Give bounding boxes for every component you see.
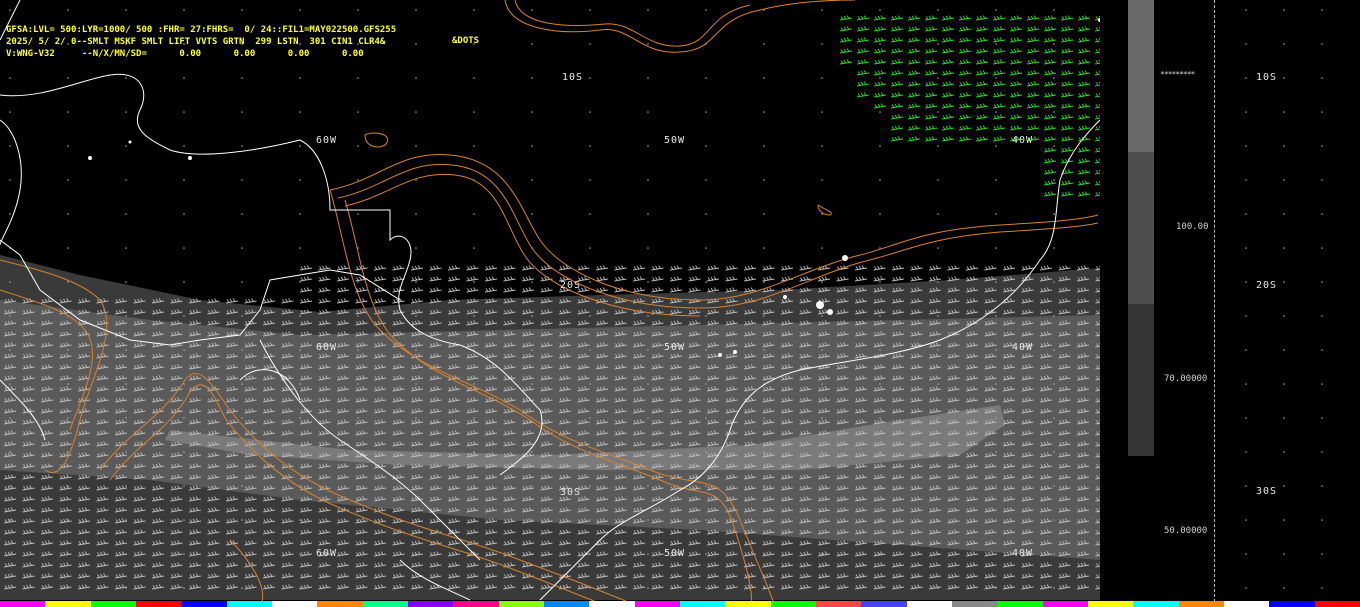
lon-label-40w-3: 40W (1012, 548, 1033, 559)
color-index-swatch (815, 601, 862, 607)
color-index-swatch (861, 601, 907, 607)
legend-value-50: 50.00000 (1164, 526, 1208, 536)
color-index-swatch (906, 601, 952, 607)
color-index-swatch (1087, 601, 1134, 607)
color-index-swatch (679, 601, 726, 607)
legend-swatch-dark (1128, 304, 1154, 456)
color-index-swatch (1178, 601, 1224, 607)
color-index-swatch (90, 601, 136, 607)
color-index-swatch (634, 601, 680, 607)
color-index-swatch (1314, 601, 1360, 607)
color-index-swatch (1133, 601, 1179, 607)
lon-label-60w-3: 60W (316, 548, 337, 559)
color-index-swatch (1223, 601, 1270, 607)
color-index-swatch (226, 601, 272, 607)
header-line-3: V:WNG-V32 --N/X/MN/SD= 0.00 0.00 0.00 0.… (6, 49, 364, 59)
legend-stars: ********* (1160, 70, 1195, 79)
legend-value-70: 70.00000 (1164, 374, 1208, 384)
legend-swatch-mid (1128, 152, 1154, 304)
lon-label-50w: 50W (664, 135, 685, 146)
legend-value-100: 100.00 (1176, 222, 1209, 232)
lat-label-30s: 30S (560, 487, 581, 498)
color-index-swatch (453, 601, 499, 607)
color-index-swatch (0, 601, 46, 607)
right-panel-dots (1245, 9, 1323, 589)
color-index-swatch (589, 601, 635, 607)
dots-label: &DOTS (452, 36, 480, 46)
color-index-swatch (135, 601, 182, 607)
color-index-swatch (951, 601, 998, 607)
lon-label-60w: 60W (316, 135, 337, 146)
color-index-swatch (725, 601, 771, 607)
color-index-swatch (997, 601, 1043, 607)
header-line-1: GFSA:LVL= 500:LYR=1000/ 500 :FHR= 27:FHR… (6, 25, 397, 35)
weather-map[interactable]: 10S 60W 50W 40W 20S 60W 50W 40W 30S 60W … (0, 0, 1100, 607)
color-index-swatch (543, 601, 590, 607)
color-index-swatch (45, 601, 91, 607)
lon-label-60w-2: 60W (316, 342, 337, 353)
lat-label-20s: 20S (560, 280, 581, 291)
color-index-swatch (770, 601, 816, 607)
lon-label-50w-2: 50W (664, 342, 685, 353)
color-index-swatch (1042, 601, 1088, 607)
color-index-swatch (271, 601, 318, 607)
color-index-swatch (181, 601, 227, 607)
lon-label-40w-2: 40W (1012, 342, 1033, 353)
color-index-strip (0, 601, 1360, 607)
color-index-swatch (498, 601, 544, 607)
lon-label-40w: 40W (1012, 135, 1033, 146)
lon-label-50w-3: 50W (664, 548, 685, 559)
color-index-swatch (317, 601, 363, 607)
header-line-2: 2025/ 5/ 2/ 0--SMLT MSKF SMLT LIFT VVTS … (6, 37, 386, 47)
legend-swatch-light (1128, 0, 1154, 152)
color-index-swatch (407, 601, 454, 607)
color-index-swatch (362, 601, 408, 607)
color-index-swatch (1269, 601, 1315, 607)
lat-label-10s: 10S (562, 72, 583, 83)
panel-divider (1214, 0, 1215, 607)
